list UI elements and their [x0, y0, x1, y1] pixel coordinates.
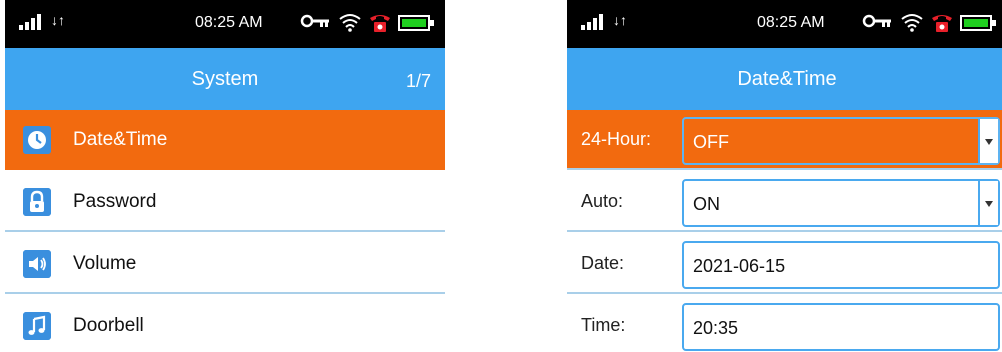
- lock-icon: [23, 188, 51, 216]
- menu-item-label: Volume: [73, 253, 137, 274]
- 24-hour-select[interactable]: OFF: [682, 117, 1000, 165]
- field-label: 24-Hour:: [581, 129, 652, 149]
- page-title: Date&Time: [737, 68, 837, 90]
- battery-icon: [398, 15, 434, 31]
- menu-item-volume[interactable]: Volume: [5, 234, 445, 294]
- time-input[interactable]: 20:35: [682, 303, 1000, 351]
- field-row-24-hour: 24-Hour: OFF: [567, 110, 1002, 170]
- signal-icon: [581, 14, 607, 30]
- clock-icon: [23, 126, 51, 154]
- status-time: 08:25 AM: [757, 14, 825, 31]
- signal-icon: [19, 14, 45, 30]
- field-value: 20:35: [693, 318, 739, 338]
- speaker-icon: [23, 250, 51, 278]
- key-icon: [300, 14, 329, 28]
- wifi-icon: [901, 14, 923, 32]
- status-time: 08:25 AM: [195, 14, 263, 31]
- page-indicator: 1/7: [405, 71, 431, 91]
- field-label: Time:: [581, 315, 626, 335]
- menu-item-label: Password: [73, 191, 157, 212]
- status-bar: ↓↑ 08:25 AM: [567, 0, 1002, 48]
- date-time-screen: ↓↑ 08:25 AM Date&Time 24-Hour: OFF Auto:…: [567, 0, 1002, 352]
- field-row-time: Time: 20:35: [567, 296, 1002, 352]
- menu-item-password[interactable]: Password: [5, 172, 445, 232]
- field-label: Date:: [581, 253, 625, 273]
- data-transfer-icon: ↓↑: [613, 12, 627, 28]
- missed-call-icon: [370, 15, 390, 32]
- field-value: OFF: [693, 132, 729, 152]
- menu-item-date-time[interactable]: Date&Time: [5, 110, 445, 170]
- dropdown-arrow-icon[interactable]: [978, 119, 998, 163]
- auto-select[interactable]: ON: [682, 179, 1000, 227]
- music-note-icon: [23, 312, 51, 340]
- date-input[interactable]: 2021-06-15: [682, 241, 1000, 289]
- menu-item-label: Date&Time: [73, 129, 168, 150]
- status-bar: ↓↑ 08:25 AM: [5, 0, 445, 48]
- data-transfer-icon: ↓↑: [51, 12, 65, 28]
- field-value: 2021-06-15: [693, 256, 786, 276]
- title-bar: System 1/7: [5, 48, 445, 110]
- menu-item-doorbell[interactable]: Doorbell: [5, 296, 445, 352]
- field-label: Auto:: [581, 191, 624, 211]
- battery-icon: [960, 15, 996, 31]
- page-title: System: [191, 68, 259, 90]
- menu-item-label: Doorbell: [73, 315, 144, 336]
- key-icon: [862, 14, 891, 28]
- field-row-auto: Auto: ON: [567, 172, 1002, 232]
- field-row-date: Date: 2021-06-15: [567, 234, 1002, 294]
- dropdown-arrow-icon[interactable]: [978, 181, 998, 225]
- field-value: ON: [693, 194, 720, 214]
- title-bar: Date&Time: [567, 48, 1002, 110]
- wifi-icon: [339, 14, 361, 32]
- system-menu-screen: ↓↑ 08:25 AM System 1/7 Date&Time Passwor…: [5, 0, 445, 352]
- missed-call-icon: [932, 15, 952, 32]
